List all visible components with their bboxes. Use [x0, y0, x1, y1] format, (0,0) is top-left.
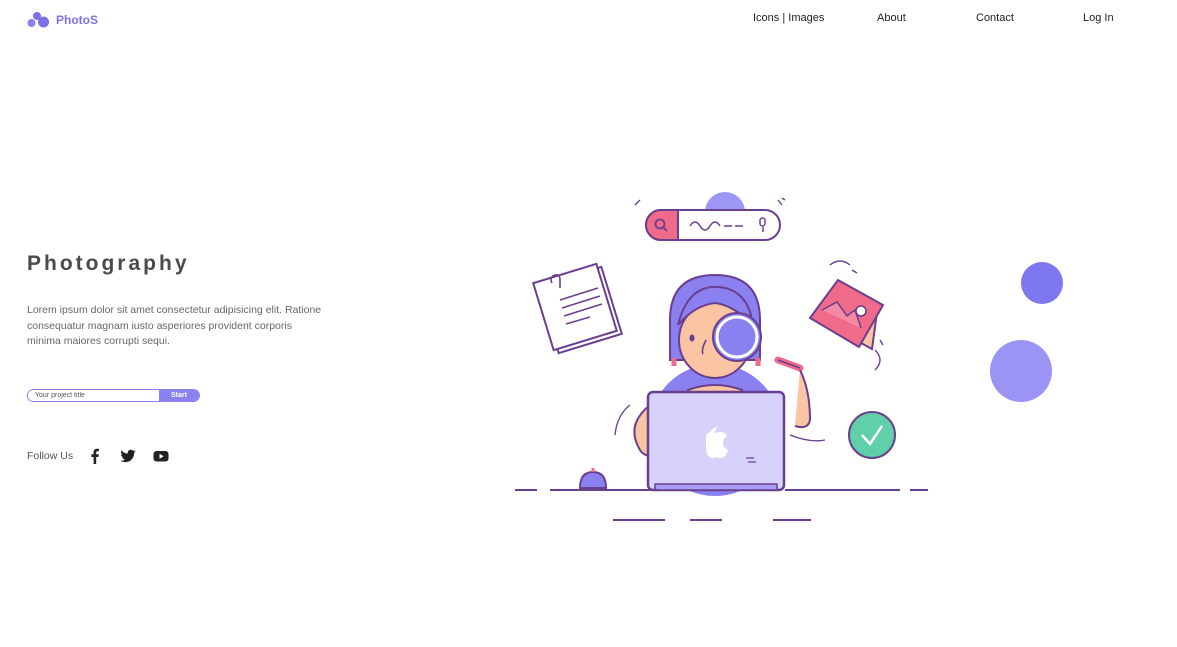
follow-us-section: Follow Us [27, 448, 186, 464]
hero-title: Photography [27, 252, 190, 275]
start-button[interactable]: Start [159, 390, 199, 401]
project-form: Start [27, 389, 200, 402]
brand-logo[interactable]: PhotoS [27, 11, 98, 29]
decorative-circles [990, 262, 1063, 402]
facebook-icon[interactable] [87, 448, 103, 464]
follow-us-label: Follow Us [27, 450, 74, 462]
youtube-icon[interactable] [153, 448, 169, 464]
checkmark-badge-icon [848, 411, 896, 459]
top-navigation-bar: PhotoS Icons | Images About Contact Log … [0, 0, 1177, 40]
nav-link-login[interactable]: Log In [1083, 12, 1114, 24]
twitter-icon[interactable] [120, 448, 136, 464]
logo-mark-icon [27, 12, 49, 28]
brand-name: PhotoS [56, 13, 98, 27]
image-cards-icon [808, 260, 885, 371]
project-title-input[interactable] [28, 390, 159, 401]
search-bar-icon [634, 192, 786, 241]
nav-link-about[interactable]: About [877, 12, 906, 24]
hero-illustration [515, 192, 1063, 521]
nav-link-contact[interactable]: Contact [976, 12, 1014, 24]
laptop-illustration [646, 390, 786, 492]
bell-illustration [578, 468, 608, 489]
hero-description: Lorem ipsum dolor sit amet consectetur a… [27, 304, 322, 347]
notes-icon [531, 262, 624, 355]
nav-link-icons-images[interactable]: Icons | Images [753, 12, 824, 24]
